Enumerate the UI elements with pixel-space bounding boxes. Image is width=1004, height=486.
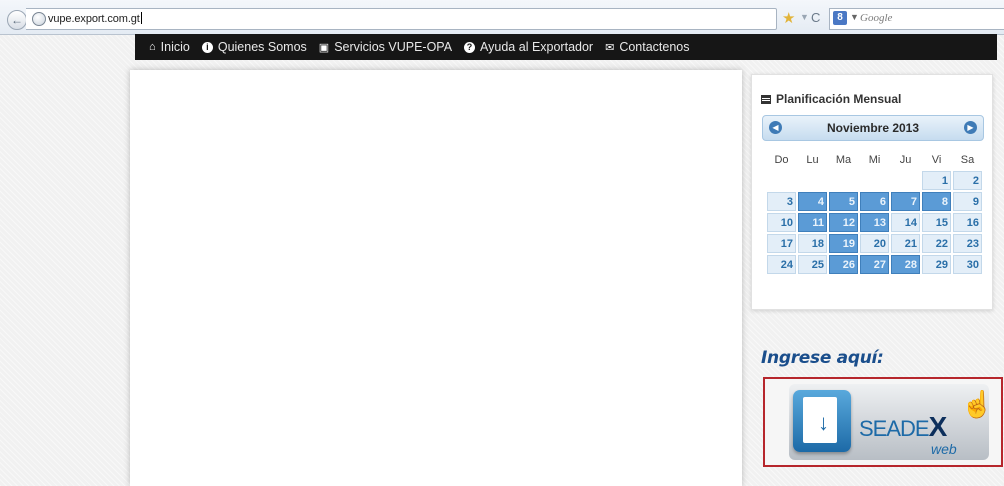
calendar-day[interactable]: 1 bbox=[922, 171, 951, 190]
weekday-header: Lu bbox=[806, 154, 819, 166]
weekday-header: Sa bbox=[960, 154, 975, 166]
calendar-day[interactable]: 15 bbox=[922, 213, 951, 232]
calendar-month: Noviembre 2013 bbox=[826, 121, 920, 135]
back-arrow-icon[interactable]: ← bbox=[7, 10, 27, 30]
search-placeholder: Google bbox=[860, 12, 893, 24]
home-icon: ⌂ bbox=[149, 41, 156, 53]
calendar-day[interactable]: 24 bbox=[767, 255, 796, 274]
calendar-day[interactable]: 19 bbox=[829, 234, 858, 253]
calendar-day[interactable]: 25 bbox=[798, 255, 827, 274]
calendar-title-text: Planificación Mensual bbox=[776, 92, 902, 106]
browser-toolbar: ← vupe.export.com.gt ★ ▼ C 8 ▼ Google bbox=[0, 0, 1004, 35]
main-content-panel bbox=[130, 70, 742, 486]
calendar-title: Planificación Mensual bbox=[761, 92, 901, 106]
calendar-week-row: 24 25 26 27 28 29 30 bbox=[767, 255, 982, 274]
weekday-header: Mi bbox=[868, 154, 881, 166]
calendar-day[interactable]: 11 bbox=[798, 213, 827, 232]
calendar-empty-cell bbox=[798, 171, 827, 190]
envelope-icon: ✉ bbox=[605, 41, 615, 54]
nav-item-label: Ayuda al Exportador bbox=[480, 40, 594, 54]
weekday-header: Do bbox=[774, 154, 789, 166]
help-icon: ? bbox=[464, 41, 476, 53]
calendar-day[interactable]: 26 bbox=[829, 255, 858, 274]
calendar-week-row: 17 18 19 20 21 22 23 bbox=[767, 234, 982, 253]
seadex-web-link[interactable]: ↓ SEADEX web ☝ bbox=[763, 377, 1003, 467]
calendar-day[interactable]: 22 bbox=[922, 234, 951, 253]
nav-item-contactenos[interactable]: ✉ Contactenos bbox=[605, 40, 689, 54]
bookmark-star-icon[interactable]: ★ bbox=[782, 9, 795, 27]
site-navbar: ⌂ Inicio i Quienes Somos ▣ Servicios VUP… bbox=[135, 34, 997, 60]
calendar-day[interactable]: 3 bbox=[767, 192, 796, 211]
calendar-empty-cell bbox=[860, 171, 889, 190]
calendar-day[interactable]: 10 bbox=[767, 213, 796, 232]
url-text[interactable]: vupe.export.com.gt bbox=[48, 12, 142, 25]
reload-icon[interactable]: C bbox=[811, 10, 820, 25]
calendar-day[interactable]: 2 bbox=[953, 171, 982, 190]
calendar-header: ◀ Noviembre 2013 ▶ bbox=[762, 115, 984, 141]
calendar-day[interactable]: 7 bbox=[891, 192, 920, 211]
calendar-day[interactable]: 18 bbox=[798, 234, 827, 253]
address-bar[interactable]: vupe.export.com.gt bbox=[26, 8, 777, 30]
login-heading: Ingrese aquí: bbox=[761, 348, 884, 368]
nav-item-label: Servicios VUPE-OPA bbox=[334, 40, 453, 54]
nav-item-label: Inicio bbox=[160, 40, 190, 54]
calendar-day[interactable]: 28 bbox=[891, 255, 920, 274]
search-engine-dropdown-icon[interactable]: ▼ bbox=[850, 12, 859, 22]
calendar-day[interactable]: 21 bbox=[891, 234, 920, 253]
nav-item-label: Contactenos bbox=[619, 40, 690, 54]
calendar-day[interactable]: 30 bbox=[953, 255, 982, 274]
calendar-day[interactable]: 29 bbox=[922, 255, 951, 274]
weekday-header: Ju bbox=[899, 154, 912, 166]
weekday-header: Ma bbox=[835, 154, 852, 166]
nav-item-label: Quienes Somos bbox=[217, 40, 307, 54]
calendar-widget: Planificación Mensual ◀ Noviembre 2013 ▶… bbox=[751, 74, 993, 310]
calendar-empty-cell bbox=[767, 171, 796, 190]
calendar-day[interactable]: 16 bbox=[953, 213, 982, 232]
briefcase-icon: ▣ bbox=[318, 41, 330, 54]
calendar-day[interactable]: 13 bbox=[860, 213, 889, 232]
nav-item-quienes-somos[interactable]: i Quienes Somos bbox=[201, 40, 307, 54]
nav-item-inicio[interactable]: ⌂ Inicio bbox=[149, 40, 190, 54]
calendar-empty-cell bbox=[829, 171, 858, 190]
search-input[interactable]: 8 ▼ Google bbox=[829, 8, 1004, 30]
calendar-icon bbox=[761, 94, 771, 104]
download-document-icon: ↓ bbox=[793, 390, 851, 452]
calendar-day[interactable]: 12 bbox=[829, 213, 858, 232]
calendar-day[interactable]: 5 bbox=[829, 192, 858, 211]
calendar-day[interactable]: 17 bbox=[767, 234, 796, 253]
calendar-day[interactable]: 4 bbox=[798, 192, 827, 211]
calendar-day[interactable]: 8 bbox=[922, 192, 951, 211]
calendar-day[interactable]: 9 bbox=[953, 192, 982, 211]
calendar-week-row: 3456789 bbox=[767, 192, 982, 211]
seadex-web-text: web bbox=[931, 441, 957, 457]
globe-icon bbox=[32, 12, 46, 26]
google-icon[interactable]: 8 bbox=[833, 11, 847, 25]
calendar-week-row: 12 bbox=[767, 171, 982, 190]
nav-item-ayuda[interactable]: ? Ayuda al Exportador bbox=[464, 40, 593, 54]
calendar-week-row: 10 11 12 13 14 15 16 bbox=[767, 213, 982, 232]
calendar-empty-cell bbox=[891, 171, 920, 190]
pointer-hand-icon: ☝ bbox=[961, 389, 994, 419]
info-icon: i bbox=[201, 41, 213, 53]
calendar-day[interactable]: 27 bbox=[860, 255, 889, 274]
calendar-day[interactable]: 6 bbox=[860, 192, 889, 211]
calendar-day[interactable]: 23 bbox=[953, 234, 982, 253]
calendar-grid: Do Lu Ma Mi Ju Vi Sa 1 2 3 4 5 6 7 8 9 10 11 12 13 14 15 16 17… bbox=[765, 149, 984, 276]
history-dropdown-icon[interactable]: ▼ bbox=[800, 12, 809, 22]
nav-item-servicios[interactable]: ▣ Servicios VUPE-OPA bbox=[319, 40, 452, 54]
calendar-day[interactable]: 14 bbox=[891, 213, 920, 232]
next-month-icon[interactable]: ▶ bbox=[964, 121, 977, 134]
calendar-day[interactable]: 20 bbox=[860, 234, 889, 253]
weekday-header: Vi bbox=[931, 154, 942, 166]
seadex-brand-text: SEADEX bbox=[859, 411, 947, 442]
